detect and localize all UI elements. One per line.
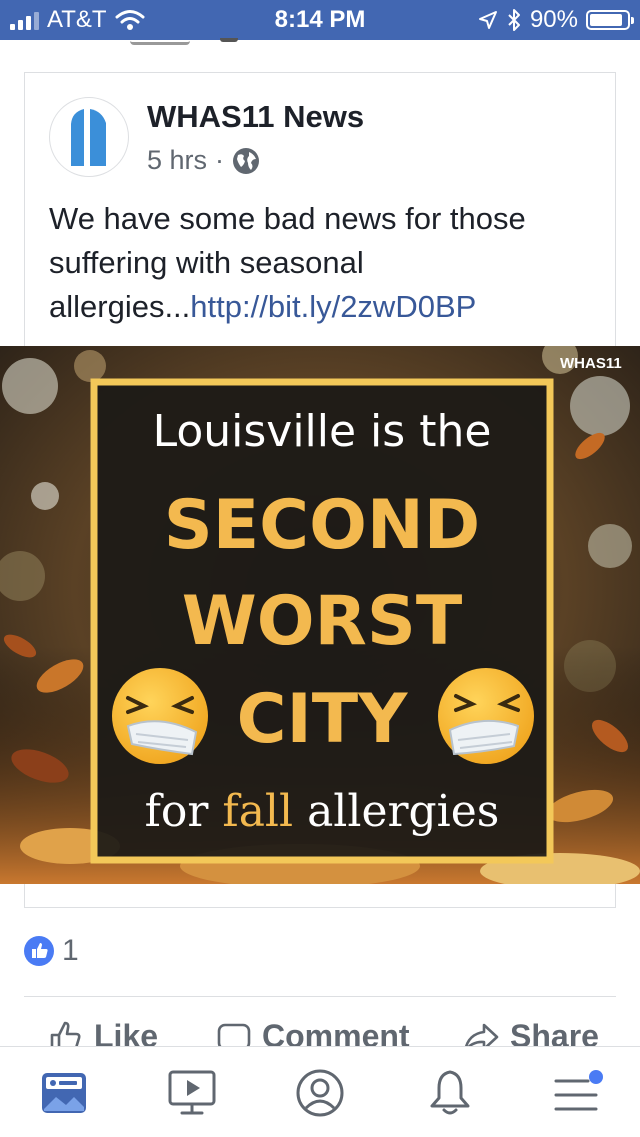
page-avatar[interactable] [49,97,129,177]
like-reaction-icon [24,936,54,966]
sneezing-face-icon-left [112,668,208,764]
bluetooth-icon [508,9,520,31]
profile-icon [296,1069,344,1117]
hamburger-menu-icon [554,1070,603,1111]
location-arrow-icon [478,11,497,29]
reaction-count: 1 [62,934,79,967]
tab-news-feed[interactable] [34,1065,94,1121]
headline-line2: SECOND [164,486,481,565]
action-divider [24,996,616,997]
battery-percent: 90% [529,6,578,33]
watch-video-icon [168,1070,216,1115]
tab-notifications[interactable] [420,1065,480,1121]
globe-icon [233,147,260,174]
post-meta: 5 hrs · [147,145,260,176]
bell-icon [430,1070,470,1115]
post-image[interactable]: WHAS11 Louisville is the SECOND WORST CI… [0,346,640,884]
battery-icon [586,10,634,30]
sneezing-face-icon-right [438,668,534,764]
headline-line1: Louisville is the [153,406,492,457]
post-actions: Like Comment Share [0,1014,640,1050]
bottom-tab-bar [0,1046,640,1137]
page-name-link[interactable]: WHAS11 News [147,99,364,135]
news-feed-icon [42,1073,86,1113]
whas11-watermark: WHAS11 [560,355,622,372]
status-bar: AT&T 8:14 PM 90% [0,0,640,40]
post-timestamp[interactable]: 5 hrs [147,145,207,176]
meta-separator: · [215,145,225,175]
post-link[interactable]: http://bit.ly/2zwD0BP [190,289,476,324]
headline-line5: for fall allergies [145,786,500,837]
headline-line3: WORST [182,582,463,661]
post-body: We have some bad news for those sufferin… [49,197,597,329]
headline-line4: CITY [237,680,409,759]
tab-watch[interactable] [162,1065,222,1121]
whas11-logo-icon [71,109,106,166]
tab-menu[interactable] [546,1065,606,1121]
reaction-summary[interactable]: 1 [24,934,79,968]
previous-post-remnant [130,38,250,46]
tab-profile[interactable] [290,1065,350,1121]
